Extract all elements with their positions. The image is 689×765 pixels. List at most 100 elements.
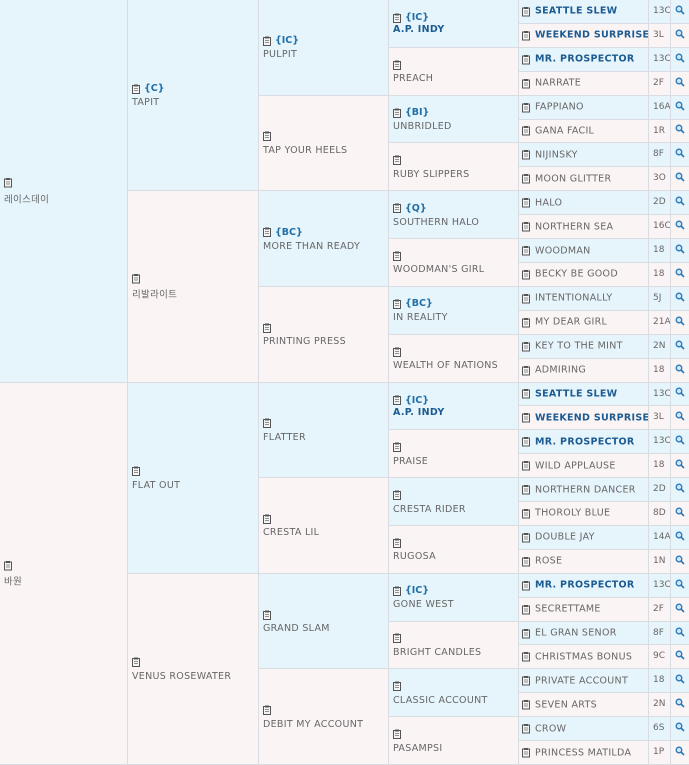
magnifier-icon[interactable] (675, 627, 685, 640)
clipboard-icon[interactable] (522, 628, 530, 639)
clipboard-icon[interactable] (522, 6, 530, 17)
clipboard-icon[interactable] (522, 54, 530, 65)
horse-name-link[interactable]: ADMIRING (535, 365, 586, 376)
magnifier-icon[interactable] (675, 411, 685, 424)
horse-name-link[interactable]: TAPIT (132, 97, 256, 108)
horse-name-link[interactable]: FLAT OUT (132, 480, 256, 491)
search-button[interactable] (671, 669, 689, 694)
search-button[interactable] (671, 502, 689, 526)
magnifier-icon[interactable] (675, 101, 685, 114)
magnifier-icon[interactable] (675, 579, 685, 592)
horse-name-link[interactable]: CLASSIC ACCOUNT (393, 695, 516, 706)
horse-name-link[interactable]: CHRISTMAS BONUS (535, 651, 632, 662)
magnifier-icon[interactable] (675, 196, 685, 209)
horse-name-link[interactable]: A.P. INDY (393, 24, 516, 35)
clipboard-icon[interactable] (393, 203, 401, 214)
horse-name-link[interactable]: CRESTA RIDER (393, 504, 516, 515)
horse-name-link[interactable]: THOROLY BLUE (535, 508, 610, 519)
horse-name-link[interactable]: SEATTLE SLEW (535, 6, 617, 17)
horse-name-link[interactable]: MY DEAR GIRL (535, 317, 607, 328)
horse-name-link[interactable]: SEVEN ARTS (535, 699, 597, 710)
clipboard-icon[interactable] (522, 461, 530, 471)
horse-name-link[interactable]: A.P. INDY (393, 407, 516, 418)
horse-name-link[interactable]: CROW (535, 723, 566, 734)
horse-name-link[interactable]: WEALTH OF NATIONS (393, 360, 516, 371)
clipboard-icon[interactable] (522, 341, 530, 352)
clipboard-icon[interactable] (522, 556, 530, 567)
magnifier-icon[interactable] (675, 507, 685, 520)
clipboard-icon[interactable] (522, 78, 530, 89)
horse-name-link[interactable]: SEATTLE SLEW (535, 388, 617, 399)
magnifier-icon[interactable] (675, 340, 685, 353)
clipboard-icon[interactable] (393, 108, 401, 118)
magnifier-icon[interactable] (675, 124, 685, 137)
horse-name-link[interactable]: SOUTHERN HALO (393, 217, 516, 228)
horse-name-link[interactable]: IN REALITY (393, 312, 516, 323)
horse-name-link[interactable]: PULPIT (263, 49, 386, 60)
search-button[interactable] (671, 334, 689, 359)
magnifier-icon[interactable] (675, 77, 685, 90)
magnifier-icon[interactable] (675, 435, 685, 448)
search-button[interactable] (671, 693, 689, 718)
clipboard-icon[interactable] (263, 705, 271, 716)
clipboard-icon[interactable] (132, 84, 140, 94)
horse-name-link[interactable]: RUGOSA (393, 551, 516, 562)
horse-name-link[interactable]: GONE WEST (393, 599, 516, 610)
search-button[interactable] (671, 239, 689, 263)
horse-name-link[interactable]: WEEKEND SURPRISE (535, 412, 648, 423)
clipboard-icon[interactable] (393, 347, 401, 357)
magnifier-icon[interactable] (675, 674, 685, 687)
horse-name-link[interactable]: PASAMPSI (393, 743, 516, 754)
search-button[interactable] (671, 406, 689, 431)
horse-name-link[interactable]: KEY TO THE MINT (535, 341, 623, 352)
clipboard-icon[interactable] (522, 676, 530, 686)
magnifier-icon[interactable] (675, 29, 685, 42)
search-button[interactable] (671, 454, 689, 479)
clipboard-icon[interactable] (263, 610, 271, 620)
clipboard-icon[interactable] (393, 490, 401, 501)
search-button[interactable] (671, 262, 689, 287)
horse-name-link[interactable]: MOON GLITTER (535, 173, 611, 184)
search-button[interactable] (671, 119, 689, 144)
clipboard-icon[interactable] (263, 227, 271, 238)
magnifier-icon[interactable] (675, 316, 685, 329)
clipboard-icon[interactable] (522, 724, 530, 734)
horse-name-link[interactable]: INTENTIONALLY (535, 293, 613, 304)
magnifier-icon[interactable] (675, 387, 685, 400)
search-button[interactable] (671, 478, 689, 503)
search-button[interactable] (671, 286, 689, 311)
horse-name-link[interactable]: PRINCESS MATILDA (535, 747, 631, 758)
magnifier-icon[interactable] (675, 483, 685, 496)
search-button[interactable] (671, 191, 689, 216)
clipboard-icon[interactable] (393, 586, 401, 596)
horse-name-link[interactable]: GANA FACIL (535, 125, 594, 136)
search-button[interactable] (671, 0, 689, 24)
horse-name-link[interactable]: BECKY BE GOOD (535, 269, 618, 280)
clipboard-icon[interactable] (522, 748, 530, 758)
clipboard-icon[interactable] (393, 299, 401, 309)
magnifier-icon[interactable] (675, 364, 685, 377)
search-button[interactable] (671, 143, 689, 168)
magnifier-icon[interactable] (675, 292, 685, 305)
magnifier-icon[interactable] (675, 746, 685, 759)
search-button[interactable] (671, 573, 689, 598)
horse-name-link[interactable]: WOODMAN (535, 245, 591, 256)
horse-name-link[interactable]: CRESTA LIL (263, 527, 386, 538)
horse-name-link[interactable]: PRAISE (393, 456, 516, 467)
horse-name-link[interactable]: RUBY SLIPPERS (393, 169, 516, 180)
magnifier-icon[interactable] (675, 603, 685, 616)
clipboard-icon[interactable] (263, 131, 271, 142)
clipboard-icon[interactable] (522, 150, 530, 160)
search-button[interactable] (671, 382, 689, 407)
horse-name-link[interactable]: EL GRAN SENOR (535, 628, 617, 639)
horse-name-link[interactable]: FAPPIANO (535, 102, 584, 113)
search-button[interactable] (671, 95, 689, 120)
search-button[interactable] (671, 358, 689, 383)
horse-name-link[interactable]: MR. PROSPECTOR (535, 580, 635, 591)
magnifier-icon[interactable] (675, 555, 685, 568)
clipboard-icon[interactable] (522, 126, 530, 136)
clipboard-icon[interactable] (393, 729, 401, 740)
clipboard-icon[interactable] (522, 437, 530, 447)
horse-name-link[interactable]: GRAND SLAM (263, 623, 386, 634)
search-button[interactable] (671, 215, 689, 240)
